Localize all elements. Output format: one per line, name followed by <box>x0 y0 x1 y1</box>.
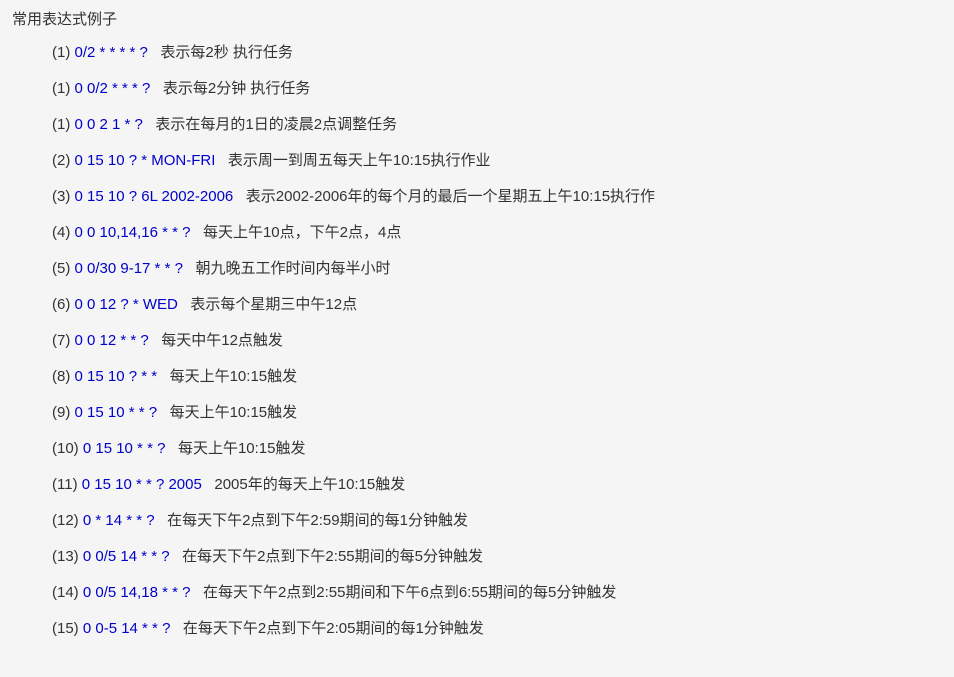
item-description: 在每天下午2点到下午2:59期间的每1分钟触发 <box>167 512 468 529</box>
cron-expression: 0 15 10 ? 6L 2002-2006 <box>75 188 234 205</box>
item-number: (8) <box>52 368 75 385</box>
list-item: (10) 0 15 10 * * ? 每天上午10:15触发 <box>12 431 942 467</box>
cron-expression: 0/2 * * * * ? <box>75 44 148 61</box>
item-number: (1) <box>52 116 75 133</box>
item-description: 每天上午10:15触发 <box>170 404 298 421</box>
item-description: 每天中午12点触发 <box>161 332 283 349</box>
list-item: (8) 0 15 10 ? * * 每天上午10:15触发 <box>12 359 942 395</box>
cron-expression: 0 15 10 * * ? 2005 <box>82 476 202 493</box>
cron-expression: 0 0 2 1 * ? <box>75 116 143 133</box>
list-item: (3) 0 15 10 ? 6L 2002-2006 表示2002-2006年的… <box>12 179 942 215</box>
item-description: 表示2002-2006年的每个月的最后一个星期五上午10:15执行作 <box>246 188 655 205</box>
cron-expression: 0 0/30 9-17 * * ? <box>75 260 183 277</box>
cron-expression: 0 0/5 14 * * ? <box>83 548 170 565</box>
item-number: (2) <box>52 152 75 169</box>
list-item: (12) 0 * 14 * * ? 在每天下午2点到下午2:59期间的每1分钟触… <box>12 503 942 539</box>
item-description: 每天上午10点，下午2点，4点 <box>203 224 401 241</box>
item-number: (6) <box>52 296 75 313</box>
item-number: (1) <box>52 44 75 61</box>
list-item: (1) 0 0 2 1 * ? 表示在每月的1日的凌晨2点调整任务 <box>12 107 942 143</box>
item-description: 每天上午10:15触发 <box>170 368 298 385</box>
item-description: 2005年的每天上午10:15触发 <box>214 476 405 493</box>
item-description: 朝九晚五工作时间内每半小时 <box>195 260 390 277</box>
item-number: (3) <box>52 188 75 205</box>
item-number: (11) <box>52 476 82 493</box>
list-item: (9) 0 15 10 * * ? 每天上午10:15触发 <box>12 395 942 431</box>
section-title: 常用表达式例子 <box>12 8 942 29</box>
item-description: 每天上午10:15触发 <box>178 440 306 457</box>
list-item: (15) 0 0-5 14 * * ? 在每天下午2点到下午2:05期间的每1分… <box>12 611 942 647</box>
item-number: (1) <box>52 80 75 97</box>
list-item: (1) 0/2 * * * * ? 表示每2秒 执行任务 <box>12 35 942 71</box>
item-description: 表示每2秒 执行任务 <box>160 44 293 61</box>
list-item: (5) 0 0/30 9-17 * * ? 朝九晚五工作时间内每半小时 <box>12 251 942 287</box>
cron-expression: 0 * 14 * * ? <box>83 512 155 529</box>
item-description: 在每天下午2点到下午2:05期间的每1分钟触发 <box>183 620 484 637</box>
list-item: (11) 0 15 10 * * ? 2005 2005年的每天上午10:15触… <box>12 467 942 503</box>
item-number: (9) <box>52 404 75 421</box>
list-item: (14) 0 0/5 14,18 * * ? 在每天下午2点到2:55期间和下午… <box>12 575 942 611</box>
item-number: (13) <box>52 548 83 565</box>
item-number: (7) <box>52 332 75 349</box>
item-description: 在每天下午2点到2:55期间和下午6点到6:55期间的每5分钟触发 <box>203 584 616 601</box>
item-description: 表示在每月的1日的凌晨2点调整任务 <box>155 116 397 133</box>
list-item: (6) 0 0 12 ? * WED 表示每个星期三中午12点 <box>12 287 942 323</box>
cron-expression: 0 15 10 ? * * <box>75 368 158 385</box>
item-description: 在每天下午2点到下午2:55期间的每5分钟触发 <box>182 548 483 565</box>
cron-expression: 0 0/2 * * * ? <box>75 80 151 97</box>
item-number: (10) <box>52 440 83 457</box>
list-item: (4) 0 0 10,14,16 * * ? 每天上午10点，下午2点，4点 <box>12 215 942 251</box>
cron-expression: 0 15 10 ? * MON-FRI <box>75 152 216 169</box>
list-item: (13) 0 0/5 14 * * ? 在每天下午2点到下午2:55期间的每5分… <box>12 539 942 575</box>
item-number: (15) <box>52 620 83 637</box>
list-item: (1) 0 0/2 * * * ? 表示每2分钟 执行任务 <box>12 71 942 107</box>
expression-list: (1) 0/2 * * * * ? 表示每2秒 执行任务(1) 0 0/2 * … <box>12 35 942 647</box>
item-number: (4) <box>52 224 75 241</box>
cron-expression: 0 0 12 * * ? <box>75 332 149 349</box>
item-description: 表示每个星期三中午12点 <box>190 296 357 313</box>
item-number: (14) <box>52 584 83 601</box>
list-item: (2) 0 15 10 ? * MON-FRI 表示周一到周五每天上午10:15… <box>12 143 942 179</box>
item-number: (5) <box>52 260 75 277</box>
list-item: (7) 0 0 12 * * ? 每天中午12点触发 <box>12 323 942 359</box>
cron-expression: 0 15 10 * * ? <box>83 440 166 457</box>
cron-expression: 0 0 10,14,16 * * ? <box>75 224 191 241</box>
cron-expression: 0 0-5 14 * * ? <box>83 620 171 637</box>
item-description: 表示每2分钟 执行任务 <box>163 80 311 97</box>
cron-expression: 0 0/5 14,18 * * ? <box>83 584 191 601</box>
item-number: (12) <box>52 512 83 529</box>
cron-expression: 0 15 10 * * ? <box>75 404 158 421</box>
item-description: 表示周一到周五每天上午10:15执行作业 <box>228 152 491 169</box>
cron-expression: 0 0 12 ? * WED <box>75 296 178 313</box>
